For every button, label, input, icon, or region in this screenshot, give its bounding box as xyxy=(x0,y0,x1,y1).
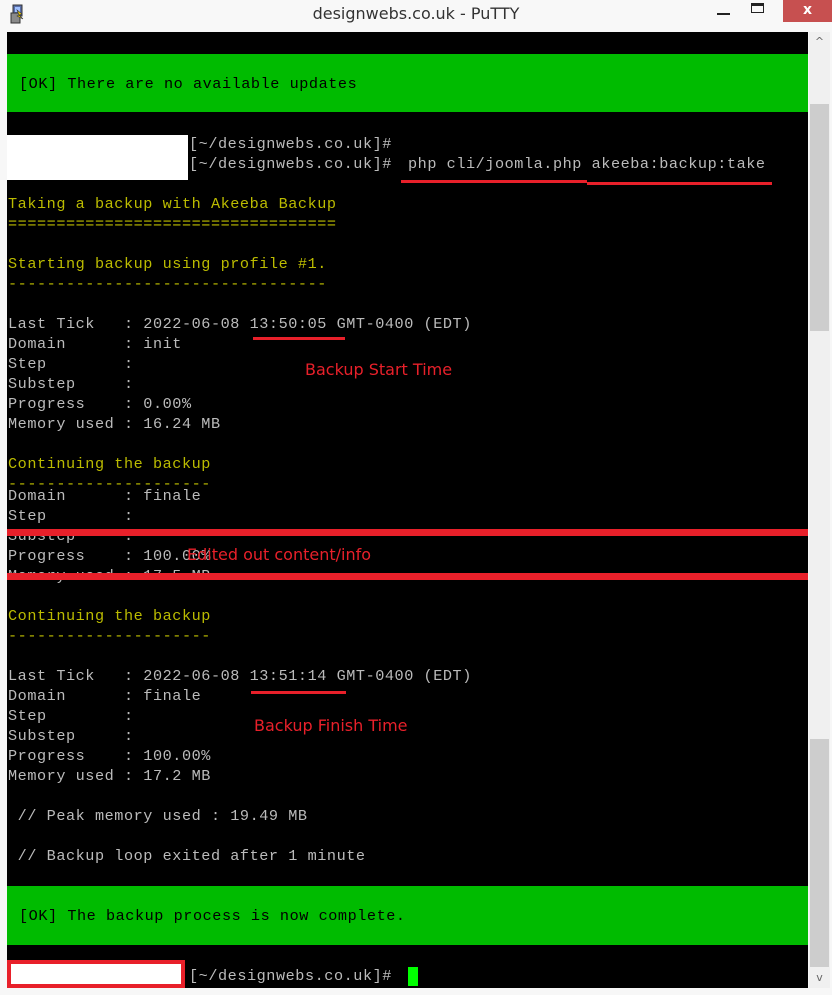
heading-rule: --------------------------------- xyxy=(8,275,327,293)
annotation-edited-out: Edited out content/info xyxy=(187,545,372,564)
redacted-hostname-box xyxy=(7,960,185,988)
annotation-start-time: Backup Start Time xyxy=(305,360,453,379)
partial-tick-block: Domain : finale Step : Substep : Progres… xyxy=(7,487,808,587)
scrollbar-thumb[interactable] xyxy=(810,739,829,967)
domain-line: Domain : init xyxy=(8,335,182,353)
command-underline xyxy=(401,180,587,183)
peak-memory-line: // Peak memory used : 19.49 MB xyxy=(8,807,308,825)
title-bar: designwebs.co.uk - PuTTY x xyxy=(0,0,832,30)
progress-line: Progress : 0.00% xyxy=(8,395,192,413)
terminal-cursor[interactable] xyxy=(408,967,418,986)
memory-line: Memory used : 17.2 MB xyxy=(8,767,211,785)
edit-marker-line xyxy=(7,573,808,580)
finish-time-underline xyxy=(251,691,346,694)
scroll-up-arrow-icon[interactable]: ^ xyxy=(809,32,830,52)
substep-line: Substep : xyxy=(8,375,134,393)
command-text: php cli/joomla.php akeeba:backup:take xyxy=(408,155,766,173)
ok-banner-updates: [OK] There are no available updates xyxy=(7,54,808,112)
ok-banner-complete: [OK] The backup process is now complete. xyxy=(7,886,808,945)
domain-line: Domain : finale xyxy=(8,487,202,505)
memory-line: Memory used : 16.24 MB xyxy=(8,415,221,433)
close-button[interactable]: x xyxy=(783,0,832,22)
step-line: Step : xyxy=(8,507,134,525)
substep-line: Substep : xyxy=(8,727,134,745)
heading-rule: --------------------- xyxy=(8,627,211,645)
progress-line: Progress : 100.00% xyxy=(8,747,211,765)
heading-continuing: Continuing the backup xyxy=(8,607,211,625)
step-line: Step : xyxy=(8,355,134,373)
step-line: Step : xyxy=(8,707,134,725)
domain-line: Domain : finale xyxy=(8,687,202,705)
start-time-underline xyxy=(253,337,345,340)
heading-starting-backup: Starting backup using profile #1. xyxy=(8,255,327,273)
prompt-line: [~/designwebs.co.uk]# xyxy=(189,135,392,153)
loop-exit-line: // Backup loop exited after 1 minute xyxy=(8,847,366,865)
terminal-window[interactable]: [OK] There are no available updates [~/d… xyxy=(7,32,808,988)
scrollbar-thumb[interactable] xyxy=(810,104,829,331)
maximize-button[interactable] xyxy=(744,0,774,22)
scroll-down-arrow-icon[interactable]: v xyxy=(809,968,830,988)
close-icon: x xyxy=(802,2,813,18)
annotation-finish-time: Backup Finish Time xyxy=(254,716,408,735)
prompt-line: [~/designwebs.co.uk]# xyxy=(189,155,392,173)
progress-line: Progress : 100.00% xyxy=(8,547,211,565)
heading-rule: ================================== xyxy=(8,215,337,233)
heading-continuing: Continuing the backup xyxy=(8,455,211,473)
vertical-scrollbar[interactable]: ^ v xyxy=(809,32,830,988)
minimize-button[interactable] xyxy=(708,0,738,22)
last-tick-finish: Last Tick : 2022-06-08 13:51:14 GMT-0400… xyxy=(8,667,472,685)
banner-text: [OK] There are no available updates xyxy=(19,75,358,93)
banner-text: [OK] The backup process is now complete. xyxy=(19,907,406,925)
heading-taking-backup: Taking a backup with Akeeba Backup xyxy=(8,195,337,213)
last-tick-start: Last Tick : 2022-06-08 13:50:05 GMT-0400… xyxy=(8,315,472,333)
edit-marker-line xyxy=(7,529,808,536)
command-underline xyxy=(587,182,772,185)
prompt-line: [~/designwebs.co.uk]# xyxy=(189,967,392,985)
redacted-hostname-box xyxy=(7,135,188,180)
